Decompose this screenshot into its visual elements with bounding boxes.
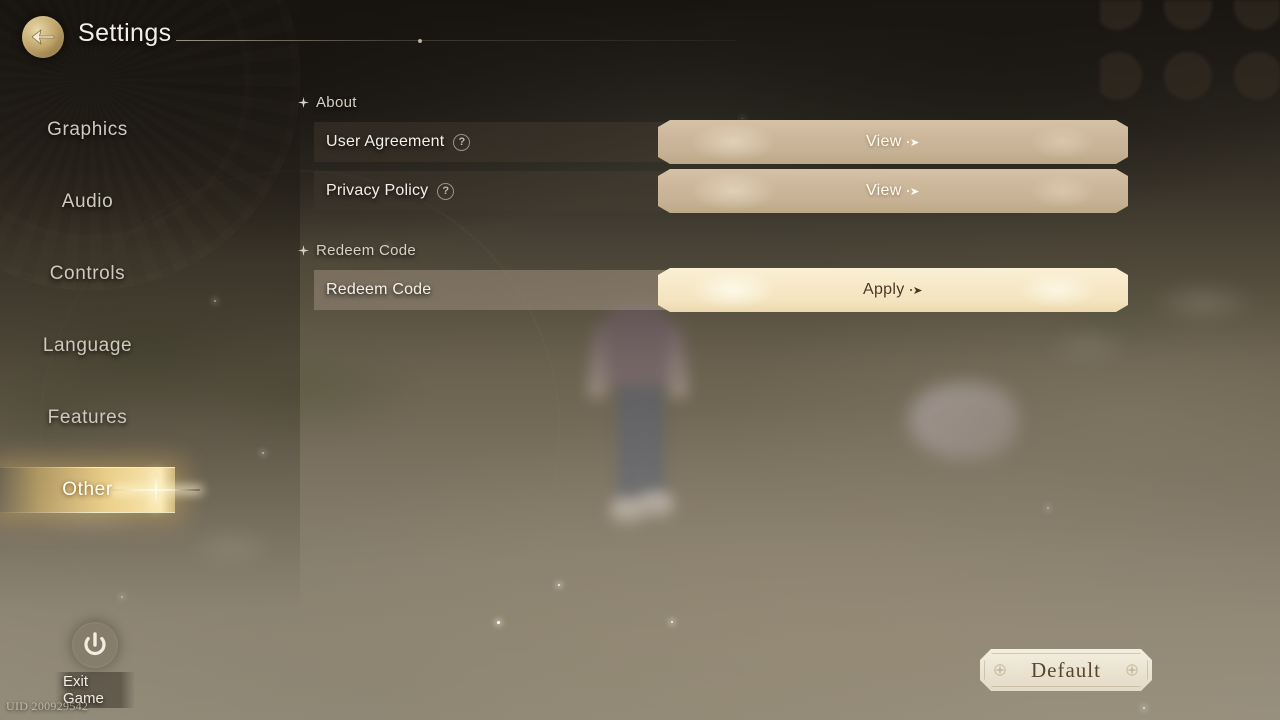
- row-user-agreement[interactable]: User Agreement ? View: [314, 122, 1114, 162]
- settings-content: About User Agreement ? View Privacy Poli…: [298, 90, 1128, 319]
- section-header-about: About: [298, 90, 1128, 114]
- sidebar-item-label: Controls: [49, 263, 126, 284]
- sidebar-item-label: Audio: [61, 191, 114, 212]
- section-title: Redeem Code: [316, 241, 417, 259]
- question-mark-icon[interactable]: ?: [437, 182, 455, 200]
- button-label-group: View: [866, 182, 920, 200]
- sidebar-item-controls[interactable]: Controls: [0, 248, 175, 300]
- button-label-group: Apply: [863, 281, 923, 299]
- view-button-user-agreement[interactable]: View: [658, 120, 1128, 164]
- row-label: Redeem Code: [326, 281, 432, 298]
- row-redeem-code[interactable]: Redeem Code Apply: [314, 270, 1114, 310]
- dot-arrow-right-icon: [907, 187, 921, 196]
- settings-sidebar: Graphics Audio Controls Language Feature…: [0, 104, 240, 536]
- sparkle-diamond-icon: [298, 96, 309, 108]
- section-header-redeem-code: Redeem Code: [298, 238, 1128, 262]
- sidebar-item-label: Language: [42, 335, 133, 356]
- plaque-ornament-right: [1124, 662, 1140, 678]
- sidebar-item-features[interactable]: Features: [0, 392, 175, 444]
- dot-arrow-right-icon: [907, 138, 921, 147]
- view-button-privacy-policy[interactable]: View: [658, 169, 1128, 213]
- plaque-ornament-left: [992, 662, 1008, 678]
- sparkle-diamond-icon: [298, 244, 309, 256]
- uid-text: UID 200929542: [6, 699, 89, 713]
- row-label: User Agreement: [326, 133, 445, 150]
- row-label-group: User Agreement ?: [326, 133, 471, 151]
- apply-button-redeem-code[interactable]: Apply: [658, 268, 1128, 312]
- sidebar-item-label: Graphics: [47, 119, 128, 140]
- row-privacy-policy[interactable]: Privacy Policy ? View: [314, 171, 1114, 211]
- default-button-label: Default: [1031, 657, 1101, 682]
- question-mark-icon[interactable]: ?: [453, 133, 471, 151]
- exit-game-button[interactable]: Exit Game: [55, 622, 135, 708]
- button-label: View: [865, 182, 902, 199]
- button-label: View: [865, 133, 902, 150]
- sidebar-item-audio[interactable]: Audio: [0, 176, 175, 228]
- sidebar-item-language[interactable]: Language: [0, 320, 175, 372]
- back-arrow-medallion-icon[interactable]: [22, 16, 64, 58]
- title-divider: [176, 38, 736, 43]
- page-title: Settings: [78, 19, 172, 47]
- button-label: Apply: [862, 281, 905, 298]
- section-title: About: [316, 93, 357, 111]
- button-label-group: View: [866, 133, 920, 151]
- sidebar-item-label: Other: [62, 479, 113, 500]
- default-button[interactable]: Default: [980, 649, 1152, 691]
- power-icon: [72, 622, 118, 668]
- row-label-group: Privacy Policy ?: [326, 182, 455, 200]
- row-label-group: Redeem Code: [326, 281, 431, 299]
- sidebar-item-graphics[interactable]: Graphics: [0, 104, 175, 156]
- header-bar: Settings: [0, 0, 1280, 64]
- dot-arrow-right-icon: [910, 286, 924, 295]
- row-label: Privacy Policy: [326, 182, 429, 199]
- sidebar-item-label: Features: [47, 407, 128, 428]
- sidebar-item-other[interactable]: Other: [0, 464, 200, 516]
